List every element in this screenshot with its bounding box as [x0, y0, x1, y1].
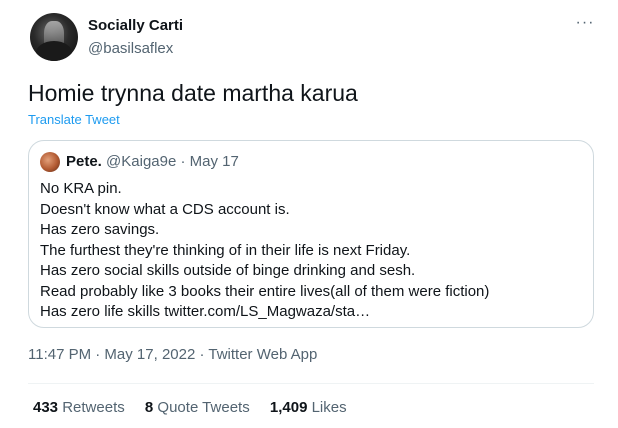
tweet-text: Homie trynna date martha karua: [28, 80, 358, 106]
quoted-text-line: Has zero life skills twitter.com/LS_Magw…: [40, 303, 371, 320]
quoted-text-line: Has zero savings.: [40, 221, 160, 238]
likes-label: Likes: [311, 399, 347, 416]
tweet-card: Socially Carti @basilsaflex ··· Homie tr…: [0, 0, 618, 428]
divider: [28, 383, 594, 384]
quote-tweets-count: 8: [144, 399, 154, 416]
quoted-author-name: Pete.: [66, 153, 102, 170]
quoted-text-line: Has zero social skills outside of binge …: [40, 262, 416, 279]
quoted-tweet-header: Pete. @Kaiga9e · May 17: [66, 153, 239, 170]
more-horizontal-icon[interactable]: ···: [575, 14, 595, 32]
author-handle[interactable]: @basilsaflex: [88, 40, 173, 57]
quoted-tweet-text: No KRA pin. Doesn't know what a CDS acco…: [40, 179, 489, 323]
quoted-text-line: Read probably like 3 books their entire …: [40, 282, 490, 300]
author-avatar[interactable]: [30, 13, 78, 61]
retweets-count: 433: [33, 399, 59, 416]
quote-tweets-stat[interactable]: 8 Quote Tweets: [145, 399, 254, 416]
author-name[interactable]: Socially Carti: [88, 17, 183, 34]
quoted-text-line: Doesn't know what a CDS account is.: [40, 200, 290, 218]
quoted-tweet-date: May 17: [189, 153, 239, 170]
likes-count: 1,409: [269, 399, 308, 416]
quoted-text-line: The furthest they're thinking of in thei…: [40, 241, 411, 259]
retweets-stat[interactable]: 433 Retweets: [33, 399, 129, 416]
translate-tweet-link[interactable]: Translate Tweet: [28, 112, 120, 127]
tweet-stats: 433 Retweets 8 Quote Tweets 1,409 Likes: [33, 399, 363, 416]
quoted-tweet[interactable]: Pete. @Kaiga9e · May 17 No KRA pin. Does…: [28, 140, 594, 328]
quoted-text-line: No KRA pin.: [40, 180, 122, 197]
tweet-timestamp-source[interactable]: 11:47 PM · May 17, 2022 · Twitter Web Ap…: [28, 346, 317, 363]
quoted-author-handle: @Kaiga9e: [106, 153, 177, 170]
quoted-author-avatar: [40, 152, 60, 172]
separator-dot: ·: [180, 153, 186, 170]
likes-stat[interactable]: 1,409 Likes: [270, 399, 347, 416]
quote-tweets-label: Quote Tweets: [157, 399, 250, 416]
retweets-label: Retweets: [62, 399, 125, 416]
